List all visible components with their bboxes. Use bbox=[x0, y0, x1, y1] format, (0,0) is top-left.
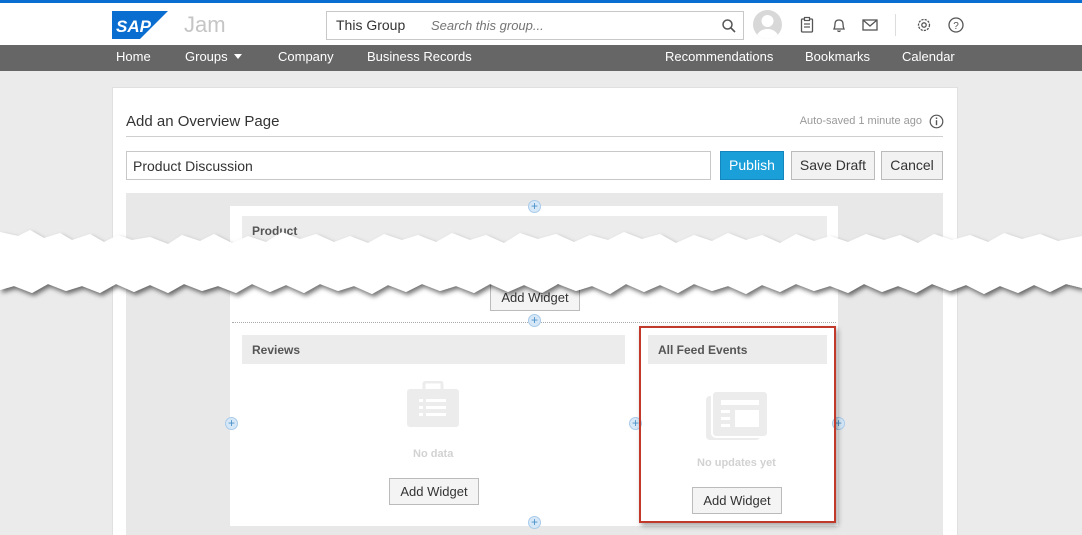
help-icon[interactable]: ? bbox=[947, 16, 965, 34]
nav-item-groups-label: Groups bbox=[185, 49, 228, 64]
highlight-box bbox=[639, 326, 836, 523]
clipboard-icon[interactable] bbox=[798, 16, 816, 34]
search-input[interactable] bbox=[421, 12, 711, 39]
top-header: SAP Jam This Group ? bbox=[0, 0, 1082, 55]
svg-text:?: ? bbox=[953, 21, 959, 32]
user-icon bbox=[756, 15, 779, 39]
heading-divider bbox=[126, 136, 943, 137]
bell-icon[interactable] bbox=[830, 16, 848, 34]
nav-item-groups[interactable]: Groups bbox=[185, 49, 242, 64]
nav-item-calendar[interactable]: Calendar bbox=[902, 49, 955, 64]
svg-text:SAP: SAP bbox=[116, 17, 152, 36]
nav-item-business-records[interactable]: Business Records bbox=[367, 49, 472, 64]
cancel-button[interactable]: Cancel bbox=[881, 151, 943, 180]
nav-item-home[interactable]: Home bbox=[116, 49, 151, 64]
gear-icon[interactable] bbox=[915, 16, 933, 34]
nav-item-recommendations[interactable]: Recommendations bbox=[665, 49, 773, 64]
save-draft-button[interactable]: Save Draft bbox=[791, 151, 875, 180]
chevron-down-icon bbox=[233, 54, 242, 59]
sap-logo[interactable]: SAP bbox=[112, 11, 168, 39]
nav-item-company[interactable]: Company bbox=[278, 49, 334, 64]
scope-dropdown[interactable]: This Group bbox=[326, 11, 422, 55]
widget-title-reviews: Reviews bbox=[252, 343, 301, 357]
info-icon[interactable] bbox=[929, 114, 944, 129]
main-nav: Home Groups Company Business Records Rec… bbox=[0, 45, 1082, 71]
page-title-input[interactable] bbox=[126, 151, 711, 180]
add-column-icon[interactable]: + bbox=[225, 417, 238, 430]
torn-edge bbox=[0, 230, 1082, 294]
header-divider bbox=[895, 14, 896, 36]
add-row-icon[interactable]: + bbox=[528, 314, 541, 327]
mail-icon[interactable] bbox=[861, 16, 879, 34]
product-name: Jam bbox=[184, 12, 226, 37]
add-widget-button-reviews[interactable]: Add Widget bbox=[389, 478, 479, 505]
reviews-empty-text: No data bbox=[413, 448, 454, 460]
search-box bbox=[421, 11, 744, 40]
page-title: Add an Overview Page bbox=[126, 113, 280, 130]
widget-header-reviews: Reviews bbox=[242, 335, 625, 364]
avatar[interactable] bbox=[753, 10, 782, 39]
nav-item-bookmarks[interactable]: Bookmarks bbox=[805, 49, 870, 64]
autosave-status: Auto-saved 1 minute ago bbox=[799, 115, 922, 127]
briefcase-icon bbox=[407, 381, 459, 427]
add-row-icon[interactable]: + bbox=[528, 200, 541, 213]
add-row-icon[interactable]: + bbox=[528, 516, 541, 529]
scope-label: This Group bbox=[336, 17, 406, 33]
publish-button[interactable]: Publish bbox=[720, 151, 784, 180]
search-icon[interactable] bbox=[721, 18, 737, 34]
